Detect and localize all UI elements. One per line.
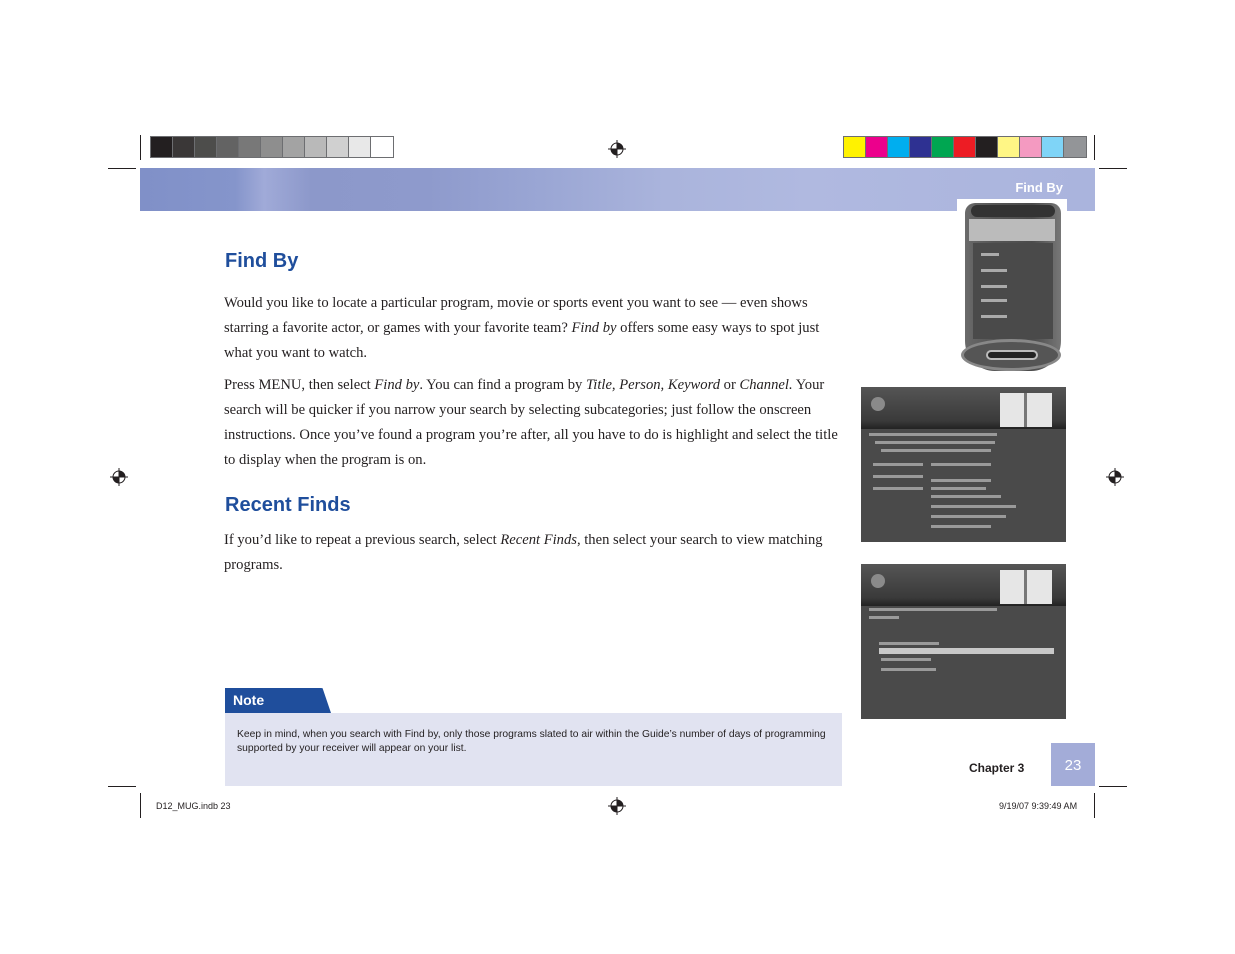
remote-control-image — [957, 199, 1067, 377]
page-number: 23 — [1064, 757, 1082, 774]
emphasized-term: Find by — [571, 320, 617, 336]
color-swatch — [910, 137, 932, 157]
color-swatch — [173, 137, 195, 157]
slug-timestamp: 9/19/07 9:39:49 AM — [999, 801, 1078, 811]
logo-icon — [871, 574, 885, 588]
remote-top — [971, 205, 1055, 217]
text-run: Press MENU, then select — [224, 377, 375, 393]
emphasized-term: Find by — [374, 377, 420, 393]
video-thumbnail — [1000, 393, 1052, 427]
registration-mark-icon — [110, 468, 128, 486]
note-box: Keep in mind, when you search with Find … — [225, 713, 842, 786]
text-run: . You can find a program by — [419, 377, 586, 393]
body-paragraph: If you’d like to repeat a previous searc… — [224, 528, 844, 578]
registration-mark-icon — [608, 140, 626, 158]
remote-menu-list — [973, 243, 1053, 339]
chapter-label: Chapter 3 — [969, 761, 1025, 775]
crop-mark — [140, 793, 141, 818]
registration-mark-icon — [608, 797, 626, 815]
text-run: If you’d like to repeat a previous searc… — [224, 532, 501, 548]
color-swatch — [349, 137, 371, 157]
body-paragraph: Would you like to locate a particular pr… — [224, 291, 844, 366]
color-swatch — [217, 137, 239, 157]
slug-filename: D12_MUG.indb 23 — [156, 801, 231, 811]
remote-menu-header — [969, 219, 1055, 241]
crop-mark — [1099, 786, 1127, 787]
section-heading-find-by: Find By — [225, 250, 299, 272]
note-tab: Note — [225, 688, 331, 713]
process-color-bar — [843, 136, 1087, 158]
text-run: or — [720, 377, 740, 393]
crop-mark — [1099, 168, 1127, 169]
emphasized-term: Recent Finds — [500, 532, 577, 548]
color-swatch — [283, 137, 305, 157]
color-swatch — [888, 137, 910, 157]
color-swatch — [1042, 137, 1064, 157]
color-swatch — [1064, 137, 1086, 157]
find-by-screenshot — [861, 387, 1066, 542]
color-swatch — [327, 137, 349, 157]
page-number-box: 23 — [1051, 743, 1095, 786]
color-swatch — [866, 137, 888, 157]
color-swatch — [932, 137, 954, 157]
body-paragraph: Press MENU, then select Find by. You can… — [224, 373, 844, 473]
crop-mark — [108, 786, 136, 787]
registration-mark-icon — [1106, 468, 1124, 486]
color-swatch — [239, 137, 261, 157]
color-swatch — [1020, 137, 1042, 157]
color-swatch — [261, 137, 283, 157]
color-swatch — [998, 137, 1020, 157]
note-text: Keep in mind, when you search with Find … — [237, 729, 826, 754]
crop-mark — [1094, 793, 1095, 818]
color-swatch — [195, 137, 217, 157]
color-swatch — [844, 137, 866, 157]
color-swatch — [371, 137, 393, 157]
recent-finds-screenshot — [861, 564, 1066, 719]
crop-mark — [1094, 135, 1095, 160]
video-thumbnail — [1000, 570, 1052, 604]
crop-mark — [108, 168, 136, 169]
color-swatch — [305, 137, 327, 157]
section-heading-recent-finds: Recent Finds — [225, 494, 351, 516]
emphasized-term: Title, Person, Keyword — [585, 377, 721, 393]
color-swatch — [151, 137, 173, 157]
logo-icon — [871, 397, 885, 411]
color-swatch — [976, 137, 998, 157]
running-title: Find By — [1015, 180, 1063, 195]
crop-mark — [140, 135, 141, 160]
header-band: Find By — [140, 168, 1095, 211]
remote-dial — [961, 339, 1061, 371]
color-swatch — [954, 137, 976, 157]
grayscale-color-bar — [150, 136, 394, 158]
emphasized-term: Channel. — [739, 377, 793, 393]
note-label: Note — [233, 692, 265, 708]
